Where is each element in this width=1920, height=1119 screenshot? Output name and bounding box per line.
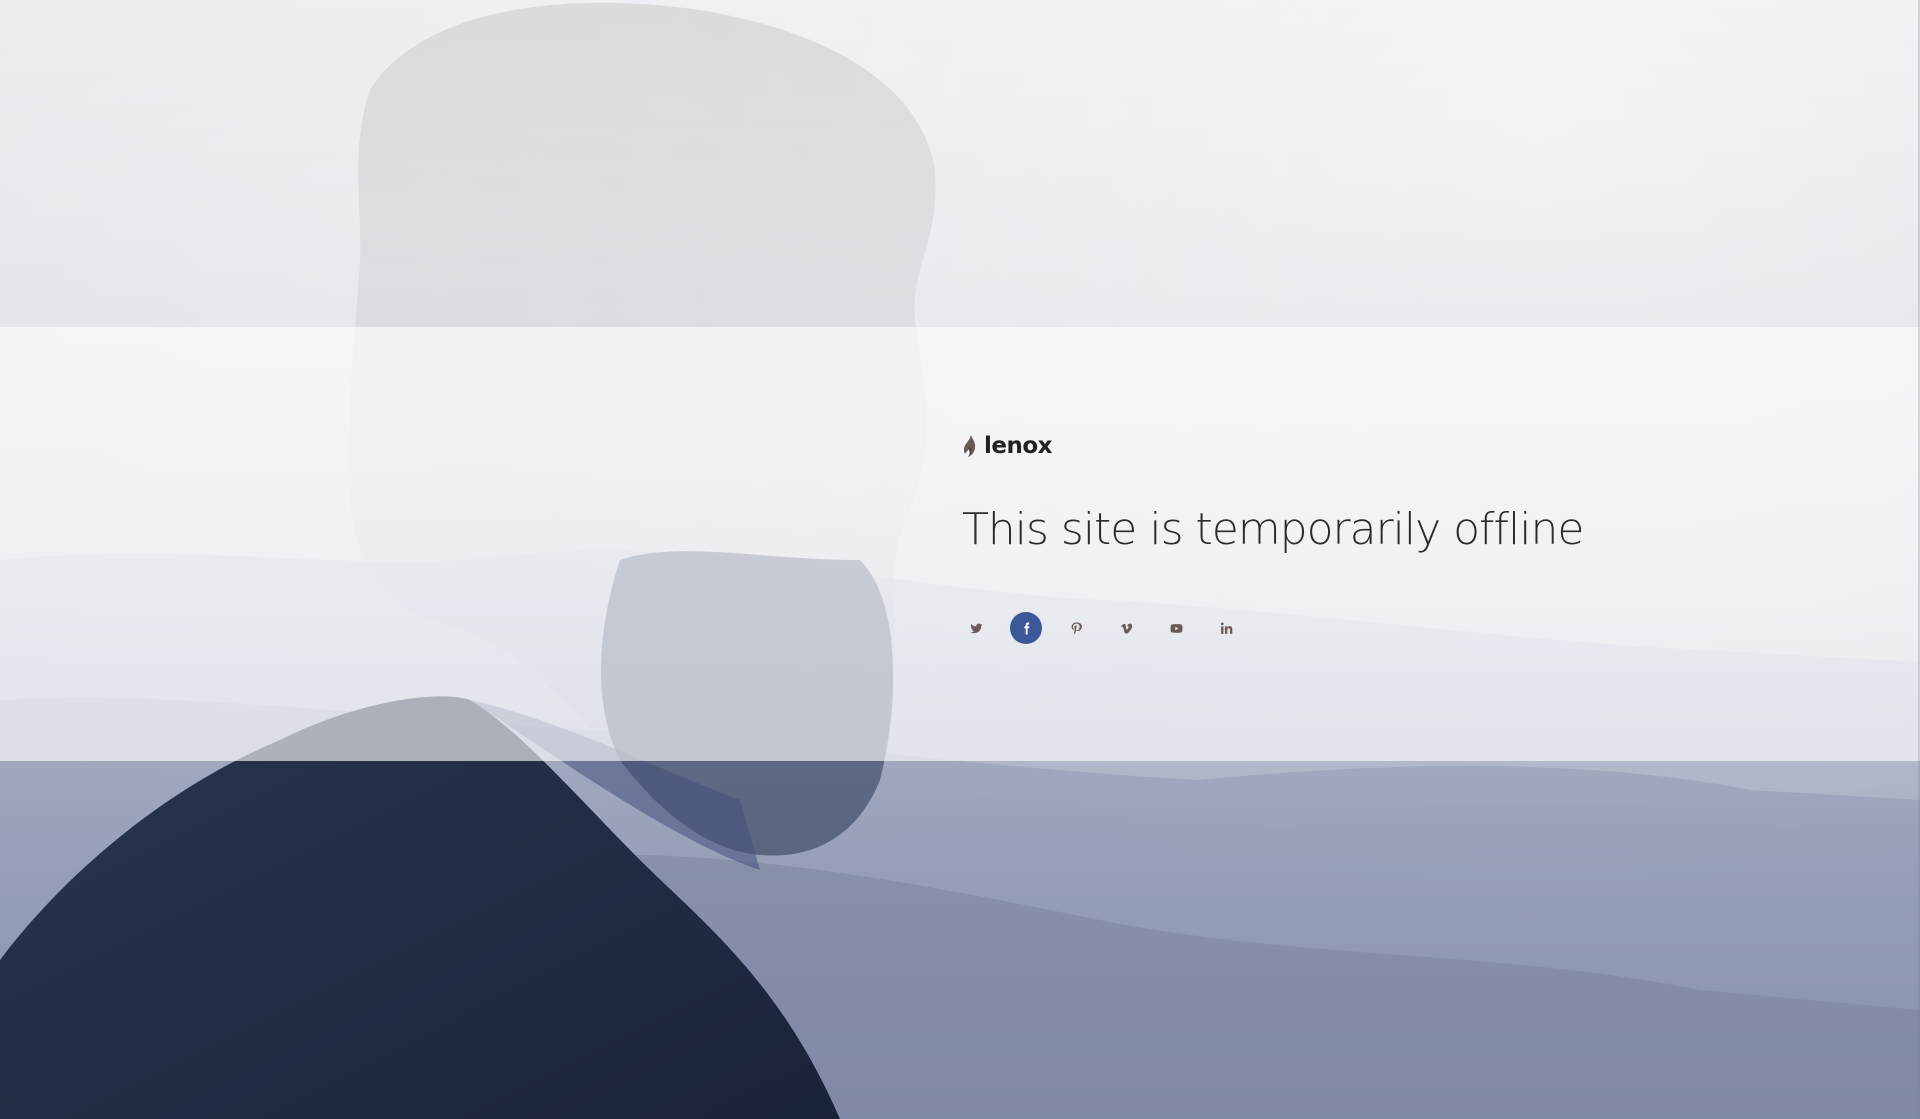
linkedin-icon — [1220, 622, 1232, 634]
brand-name: lenox — [984, 433, 1053, 459]
pinterest-icon — [1071, 622, 1082, 635]
page-title: This site is temporarily offline — [962, 504, 1584, 555]
vimeo-icon — [1120, 623, 1132, 634]
flame-logo-icon — [963, 435, 976, 457]
twitter-icon — [970, 623, 982, 633]
youtube-link[interactable] — [1160, 612, 1192, 644]
facebook-link[interactable] — [1010, 612, 1042, 644]
pinterest-link[interactable] — [1060, 612, 1092, 644]
youtube-icon — [1170, 623, 1182, 633]
facebook-icon — [1023, 622, 1029, 634]
linkedin-link[interactable] — [1210, 612, 1242, 644]
content-area: lenox This site is temporarily offline — [962, 430, 1862, 644]
vimeo-link[interactable] — [1110, 612, 1142, 644]
maintenance-page: lenox This site is temporarily offline — [0, 0, 1920, 1119]
twitter-link[interactable] — [960, 612, 992, 644]
brand-logo[interactable]: lenox — [962, 430, 1862, 462]
social-links — [960, 612, 1862, 644]
